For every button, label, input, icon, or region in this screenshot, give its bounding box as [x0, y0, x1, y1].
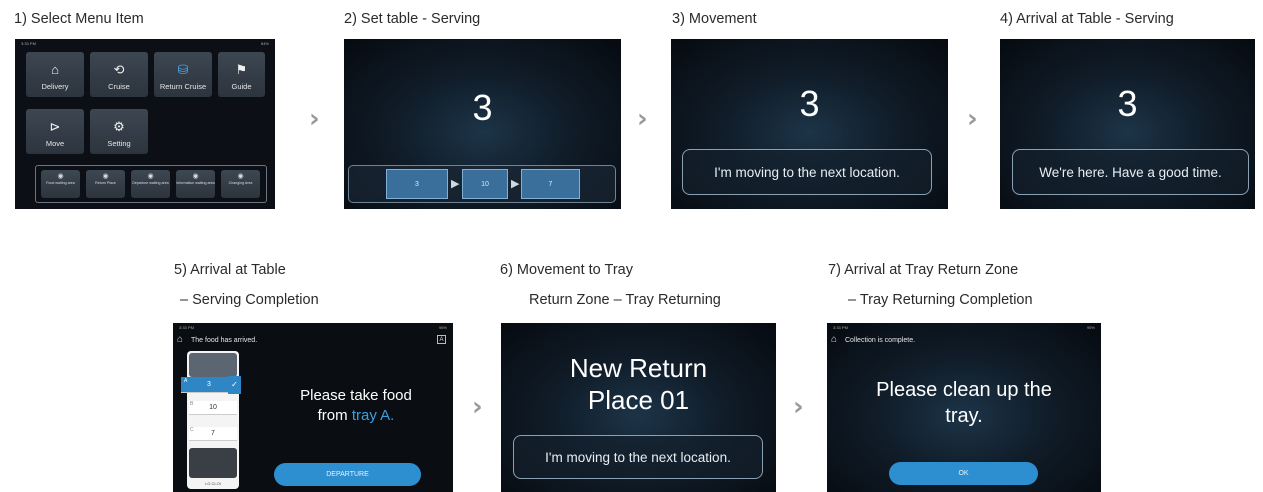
return-place-icon: ◉ — [102, 173, 109, 180]
tray-return-movement-screen: New Return Place 01 I'm moving to the ne… — [501, 323, 776, 492]
move-tile[interactable]: ⊳ Move — [26, 109, 84, 154]
step1-caption: 1) Select Menu Item — [14, 11, 144, 27]
step2-caption: 2) Set table - Serving — [344, 11, 481, 27]
arrival-screen: 3 We're here. Have a good time. — [1000, 39, 1255, 209]
destination-title-line1: New Return — [569, 353, 708, 383]
status-battery: 95% — [1086, 325, 1095, 330]
tray-return-complete-screen: 3:33 PM 95% ⌂ Collection is complete. Pl… — [827, 323, 1101, 492]
return-cruise-label: Return Cruise — [159, 82, 207, 91]
step6-caption-line2: Return Zone – Tray Returning — [529, 292, 721, 308]
changing-area-label: Changing Area — [228, 181, 253, 185]
instruction-line2: from tray A. — [259, 407, 453, 424]
next-step-arrow-icon: › — [637, 104, 648, 134]
route-stop[interactable]: 3 — [386, 169, 448, 199]
changing-area-button[interactable]: ◉ Changing Area — [221, 170, 260, 198]
step6-caption-line1: 6) Movement to Tray — [500, 262, 633, 278]
return-cruise-icon: ⛁ — [177, 62, 189, 77]
information-waiting-label: Information waiting area — [176, 181, 215, 185]
movement-screen: 3 I'm moving to the next location. — [671, 39, 948, 209]
tray-value: 3 — [207, 381, 211, 388]
guide-label: Guide — [231, 82, 252, 91]
message-line2: tray. — [945, 405, 983, 427]
robot-top — [189, 353, 237, 377]
route-stop[interactable]: 10 — [462, 169, 508, 199]
departure-waiting-icon: ◉ — [147, 173, 154, 180]
delivery-tile[interactable]: ⌂ Delivery — [26, 52, 84, 97]
return-place-button[interactable]: ◉ Return Place — [86, 170, 125, 198]
move-icon: ⊳ — [49, 119, 61, 134]
departure-waiting-label: Departure waiting area — [132, 181, 169, 185]
food-waiting-icon: ◉ — [57, 173, 64, 180]
table-number: 3 — [472, 87, 493, 128]
step7-caption-line1: 7) Arrival at Tray Return Zone — [828, 262, 1019, 278]
message-line1: Please clean up the — [876, 379, 1052, 401]
instruction-line1: Please take food — [300, 387, 412, 404]
delivery-label: Delivery — [41, 82, 69, 91]
setting-tile[interactable]: ⚙ Setting — [90, 109, 148, 154]
move-label: Move — [45, 139, 65, 148]
status-battery: 84% — [260, 41, 269, 46]
food-waiting-label: Food waiting area — [46, 181, 75, 185]
tray-value: 7 — [211, 430, 215, 437]
next-step-arrow-icon: › — [967, 104, 978, 134]
tray-badge: A — [437, 335, 446, 344]
food-waiting-area-button[interactable]: ◉ Food waiting area — [41, 170, 80, 198]
route-next-icon: ▶ — [451, 178, 460, 190]
return-place-label: Return Place — [95, 181, 116, 185]
next-step-arrow-icon: › — [793, 392, 804, 422]
guide-tile[interactable]: ⚑ Guide — [218, 52, 265, 97]
tray-letter: B — [190, 401, 194, 407]
destination-title-line2: Place 01 — [587, 385, 690, 415]
tray-row-b[interactable]: B 10 — [189, 401, 237, 415]
cruise-label: Cruise — [108, 82, 130, 91]
set-table-screen: 3 3 ▶ 10 ▶ 7 — [344, 39, 621, 209]
menu-screen: 3:33 PM 84% ⌂ Delivery ⟲ Cruise ⛁ Return… — [15, 39, 275, 209]
departure-waiting-area-button[interactable]: ◉ Departure waiting area — [131, 170, 170, 198]
next-step-arrow-icon: › — [472, 392, 483, 422]
return-cruise-tile[interactable]: ⛁ Return Cruise — [154, 52, 212, 97]
tray-letter: A — [184, 378, 188, 384]
information-waiting-area-button[interactable]: ◉ Information waiting area — [176, 170, 215, 198]
status-time: 3:33 PM — [833, 325, 848, 330]
header-text: The food has arrived. — [191, 337, 258, 344]
check-icon: ✓ — [228, 376, 241, 394]
home-icon[interactable]: ⌂ — [177, 334, 183, 345]
cruise-icon: ⟲ — [113, 62, 125, 77]
instruction-prefix: from — [317, 407, 352, 424]
status-battery: 96% — [438, 325, 447, 330]
status-message: I'm moving to the next location. — [513, 435, 763, 479]
home-icon[interactable]: ⌂ — [831, 334, 837, 345]
step4-caption: 4) Arrival at Table - Serving — [1000, 11, 1174, 27]
status-message: We're here. Have a good time. — [1012, 149, 1249, 195]
delivery-icon: ⌂ — [51, 62, 59, 77]
robot-brand-label: LG CLOI — [205, 481, 221, 486]
information-waiting-icon: ◉ — [192, 173, 199, 180]
table-number: 3 — [1117, 83, 1138, 124]
route-next-icon: ▶ — [511, 178, 520, 190]
departure-button[interactable]: DEPARTURE — [274, 463, 421, 486]
step5-caption-line2: – Serving Completion — [180, 292, 319, 308]
status-message: I'm moving to the next location. — [682, 149, 932, 195]
step3-caption: 3) Movement — [672, 11, 757, 27]
table-number: 3 — [799, 83, 820, 124]
setting-label: Setting — [107, 139, 131, 148]
ok-button[interactable]: OK — [889, 462, 1038, 485]
status-time: 3:33 PM — [179, 325, 194, 330]
step7-caption-line2: – Tray Returning Completion — [848, 292, 1033, 308]
tray-letter: C — [190, 427, 194, 433]
tray-highlight: tray A. — [351, 407, 395, 424]
tray-value: 10 — [209, 404, 217, 411]
cruise-tile[interactable]: ⟲ Cruise — [90, 52, 148, 97]
guide-icon: ⚑ — [235, 62, 248, 77]
gear-icon: ⚙ — [113, 119, 125, 134]
route-stop[interactable]: 7 — [521, 169, 580, 199]
robot-base — [189, 448, 237, 478]
header-text: Collection is complete. — [845, 337, 916, 344]
next-step-arrow-icon: › — [309, 104, 320, 134]
status-time: 3:33 PM — [21, 41, 36, 46]
serving-completion-screen: 3:33 PM 96% ⌂ The food has arrived. A A … — [173, 323, 453, 492]
changing-area-icon: ◉ — [237, 173, 244, 180]
step5-caption-line1: 5) Arrival at Table — [174, 262, 286, 278]
tray-row-c[interactable]: C 7 — [189, 427, 237, 441]
